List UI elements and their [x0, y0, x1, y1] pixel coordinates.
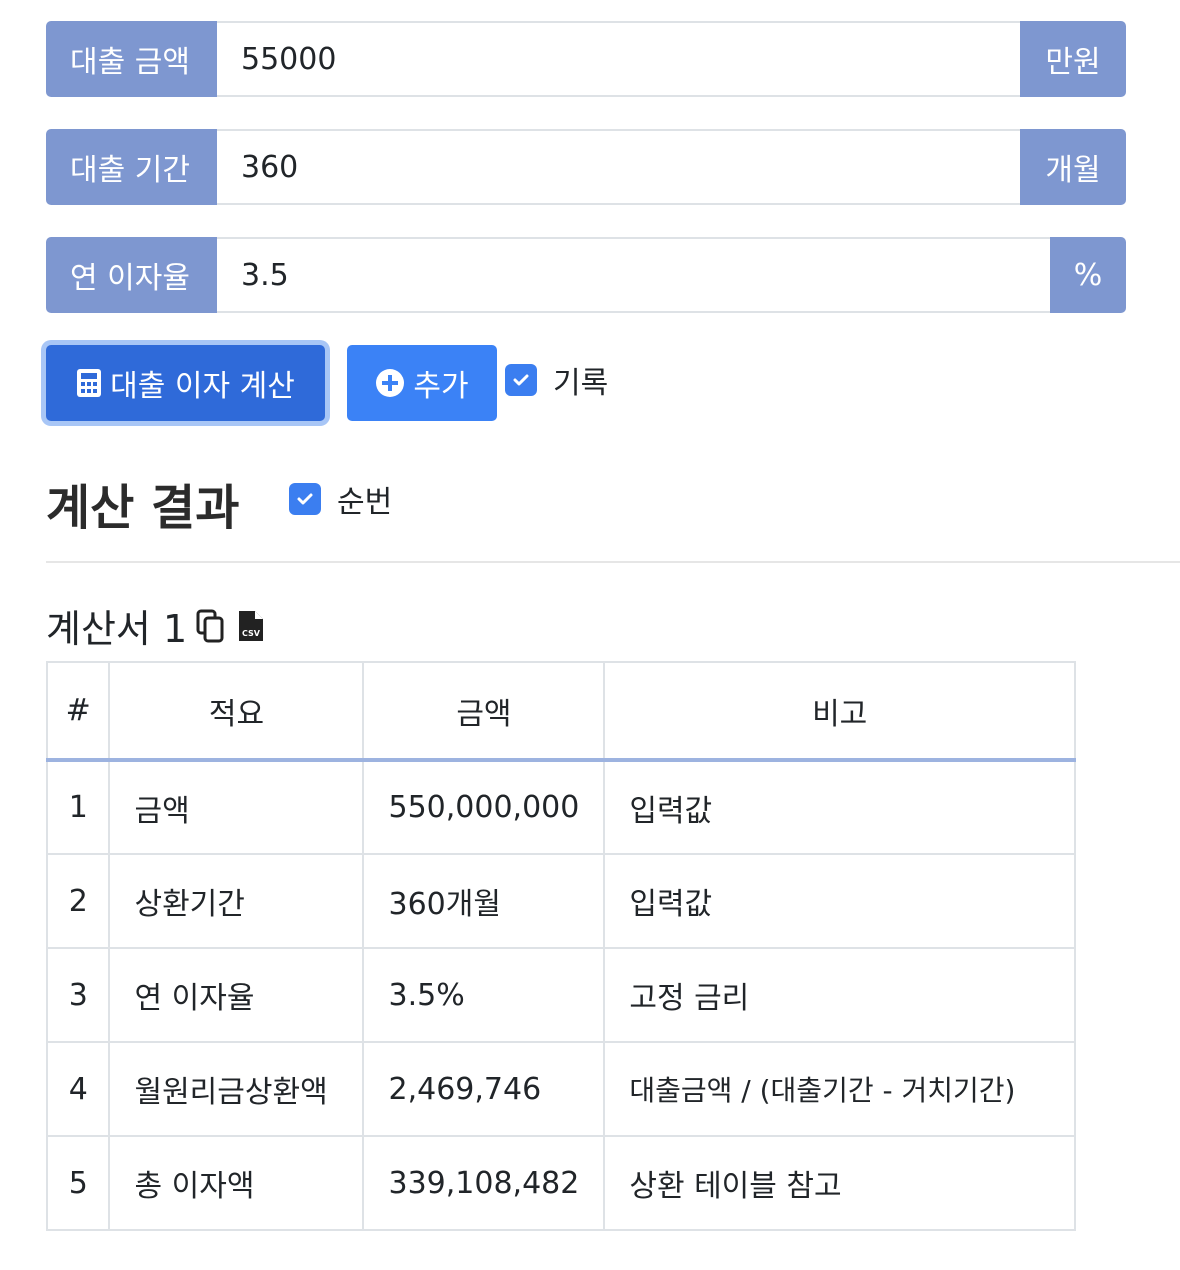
- row-note: 입력값: [603, 853, 1076, 949]
- table-row: 3 연 이자율 3.5% 고정 금리: [45, 947, 1076, 1043]
- svg-text:CSV: CSV: [242, 629, 261, 638]
- row-number: 1: [45, 759, 111, 855]
- calculate-button-label: 대출 이자 계산: [110, 369, 295, 404]
- row-amount: 3.5%: [362, 947, 606, 1043]
- row-number: 2: [45, 853, 111, 949]
- row-amount: 339,108,482: [362, 1135, 606, 1231]
- rate-input-group: 연 이자율 %: [46, 237, 1126, 313]
- add-button[interactable]: 추가: [347, 345, 497, 421]
- row-item: 상환기간: [108, 853, 365, 949]
- row-note: 대출금액 / (대출기간 - 거치기간): [603, 1041, 1076, 1137]
- row-item: 총 이자액: [108, 1135, 365, 1231]
- table-row: 1 금액 550,000,000 입력값: [45, 759, 1076, 855]
- row-item: 월원리금상환액: [108, 1041, 365, 1137]
- period-unit: 개월: [1020, 129, 1126, 205]
- amount-input[interactable]: [217, 21, 1020, 97]
- row-item: 금액: [108, 759, 365, 855]
- divider: [46, 561, 1180, 563]
- table-row: 2 상환기간 360개월 입력값: [45, 853, 1076, 949]
- csv-file-icon[interactable]: CSV: [237, 609, 265, 643]
- row-item: 연 이자율: [108, 947, 365, 1043]
- row-amount: 2,469,746: [362, 1041, 606, 1137]
- copy-icon[interactable]: [195, 609, 225, 643]
- table-header-row: # 적요 금액 비고: [45, 661, 1076, 762]
- rate-unit: %: [1050, 237, 1126, 313]
- period-label: 대출 기간: [46, 129, 217, 205]
- calculate-button[interactable]: 대출 이자 계산: [46, 345, 325, 421]
- row-number: 4: [45, 1041, 111, 1137]
- rate-input[interactable]: [217, 237, 1050, 313]
- table-row: 4 월원리금상환액 2,469,746 대출금액 / (대출기간 - 거치기간): [45, 1041, 1076, 1137]
- row-number: 5: [45, 1135, 111, 1231]
- record-label: 기록: [553, 366, 609, 401]
- check-icon: [513, 374, 529, 386]
- table-row: 5 총 이자액 339,108,482 상환 테이블 참고: [45, 1135, 1076, 1231]
- column-header-amount: 금액: [362, 661, 606, 762]
- period-input[interactable]: [217, 129, 1020, 205]
- result-title: 계산 결과: [46, 480, 240, 536]
- row-amount: 360개월: [362, 853, 606, 949]
- amount-input-group: 대출 금액 만원: [46, 21, 1126, 97]
- add-button-label: 추가: [413, 369, 469, 404]
- row-note: 입력값: [603, 759, 1076, 855]
- amount-unit: 만원: [1020, 21, 1126, 97]
- serial-label: 순번: [337, 485, 393, 520]
- serial-checkbox-box[interactable]: [289, 483, 321, 515]
- record-checkbox-box[interactable]: [505, 364, 537, 396]
- row-number: 3: [45, 947, 111, 1043]
- rate-label: 연 이자율: [46, 237, 217, 313]
- document-title: 계산서 1: [46, 607, 188, 651]
- calculator-icon: [77, 369, 102, 397]
- loan-calculator: 대출 금액 만원 대출 기간 개월 연 이자율 % 대출 이자 계산: [0, 0, 1180, 1270]
- period-input-group: 대출 기간 개월: [46, 129, 1126, 205]
- column-header-number: #: [45, 661, 111, 762]
- serial-checkbox[interactable]: 순번: [289, 477, 392, 521]
- row-amount: 550,000,000: [362, 759, 606, 855]
- row-note: 고정 금리: [603, 947, 1076, 1043]
- document-title-row: 계산서 1 CSV: [46, 598, 265, 653]
- row-note: 상환 테이블 참고: [603, 1135, 1076, 1231]
- record-checkbox[interactable]: 기록: [505, 358, 608, 402]
- column-header-note: 비고: [603, 661, 1076, 762]
- amount-label: 대출 금액: [46, 21, 217, 97]
- plus-circle-icon: [376, 369, 405, 397]
- column-header-item: 적요: [108, 661, 365, 762]
- result-table: # 적요 금액 비고 1 금액 550,000,000 입력값 2 상환기간 3…: [45, 661, 1076, 1231]
- check-icon: [297, 493, 313, 505]
